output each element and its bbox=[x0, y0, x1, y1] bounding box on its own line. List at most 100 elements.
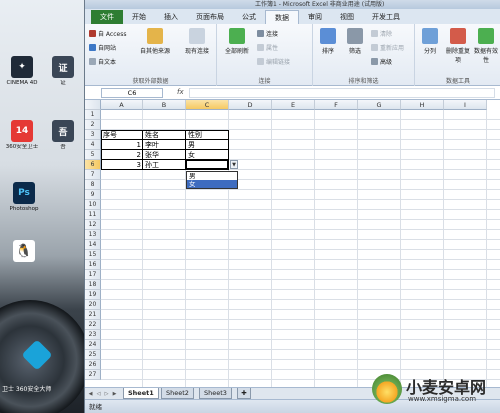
dropdown-option[interactable]: 男 bbox=[187, 172, 237, 180]
sort-button[interactable]: 排序 bbox=[317, 28, 339, 55]
function-icon[interactable]: fx bbox=[177, 88, 184, 96]
row-header-6[interactable]: 6 bbox=[85, 160, 101, 170]
column-header-b[interactable]: B bbox=[143, 100, 186, 110]
column-header-i[interactable]: I bbox=[444, 100, 487, 110]
row-header-10[interactable]: 10 bbox=[85, 200, 101, 210]
row-header-4[interactable]: 4 bbox=[85, 140, 101, 150]
row-header-7[interactable]: 7 bbox=[85, 170, 101, 180]
ribbon-tabs: 文件 开始 插入 页面布局 公式 数据 审阅 视图 开发工具 bbox=[85, 9, 500, 24]
desktop-icon-app4[interactable]: 吾 吾 bbox=[48, 120, 78, 151]
grid-line bbox=[101, 279, 500, 280]
cell-c3[interactable]: 性别 bbox=[186, 130, 229, 140]
edit-links-button[interactable]: 编辑链接 bbox=[257, 57, 290, 66]
row-header-15[interactable]: 15 bbox=[85, 250, 101, 260]
row-header-1[interactable]: 1 bbox=[85, 110, 101, 120]
sheet-tab-sheet2[interactable]: Sheet2 bbox=[161, 388, 194, 399]
column-header-a[interactable]: A bbox=[101, 100, 143, 110]
desktop-icon-qq[interactable]: 🐧 bbox=[6, 240, 42, 262]
cell-a4[interactable]: 1 bbox=[101, 140, 143, 150]
refresh-all-button[interactable]: 全部刷新 bbox=[219, 28, 255, 55]
cell-c4[interactable]: 男 bbox=[186, 140, 229, 150]
row-header-23[interactable]: 23 bbox=[85, 330, 101, 340]
sheet-tab-sheet3[interactable]: Sheet3 bbox=[199, 388, 232, 399]
formula-input[interactable] bbox=[189, 88, 495, 98]
column-header-g[interactable]: G bbox=[358, 100, 401, 110]
clear-filter-button[interactable]: 清除 bbox=[371, 29, 392, 38]
row-header-9[interactable]: 9 bbox=[85, 190, 101, 200]
from-web-button[interactable]: 自网站 bbox=[89, 43, 116, 52]
title-bar[interactable]: 工作簿1 - Microsoft Excel 非商业用途 (试用版) bbox=[85, 0, 500, 9]
cell-b5[interactable]: 张华 bbox=[143, 150, 186, 160]
from-text-button[interactable]: 自文本 bbox=[89, 57, 116, 66]
advanced-filter-button[interactable]: 高级 bbox=[371, 57, 392, 66]
desktop-icon-360[interactable]: 14 360安全卫士 bbox=[4, 120, 40, 151]
column-header-h[interactable]: H bbox=[401, 100, 444, 110]
row-header-14[interactable]: 14 bbox=[85, 240, 101, 250]
desktop-icon-app2[interactable]: 证 证 bbox=[48, 56, 78, 87]
tab-page-layout[interactable]: 页面布局 bbox=[187, 10, 233, 24]
tab-data[interactable]: 数据 bbox=[265, 10, 299, 24]
reapply-button[interactable]: 重新应用 bbox=[371, 43, 404, 52]
remove-duplicates-button[interactable]: 删除重复项 bbox=[445, 28, 471, 64]
cell-a3[interactable]: 序号 bbox=[101, 130, 143, 140]
cell-a5[interactable]: 2 bbox=[101, 150, 143, 160]
row-header-21[interactable]: 21 bbox=[85, 310, 101, 320]
tab-developer[interactable]: 开发工具 bbox=[363, 10, 409, 24]
name-box[interactable]: C6 bbox=[101, 88, 163, 98]
cell-b4[interactable]: 李叶 bbox=[143, 140, 186, 150]
row-header-11[interactable]: 11 bbox=[85, 210, 101, 220]
select-all-corner[interactable] bbox=[85, 100, 101, 110]
next-sheet-arrow-icon[interactable]: ▷ bbox=[103, 390, 110, 398]
row-header-24[interactable]: 24 bbox=[85, 340, 101, 350]
column-header-c[interactable]: C bbox=[186, 100, 229, 110]
row-header-8[interactable]: 8 bbox=[85, 180, 101, 190]
tab-review[interactable]: 审阅 bbox=[299, 10, 331, 24]
prev-sheet-arrow-icon[interactable]: ◁ bbox=[95, 390, 102, 398]
text-to-columns-button[interactable]: 分列 bbox=[417, 28, 443, 55]
tab-home[interactable]: 开始 bbox=[123, 10, 155, 24]
properties-button[interactable]: 属性 bbox=[257, 43, 278, 52]
desktop-icon-cinema4d[interactable]: ✦ CINEMA 4D bbox=[4, 56, 40, 87]
row-header-22[interactable]: 22 bbox=[85, 320, 101, 330]
row-header-3[interactable]: 3 bbox=[85, 130, 101, 140]
active-cell-c6[interactable] bbox=[185, 159, 229, 170]
existing-connections-button[interactable]: 现有连接 bbox=[179, 28, 215, 55]
row-header-26[interactable]: 26 bbox=[85, 360, 101, 370]
row-header-13[interactable]: 13 bbox=[85, 230, 101, 240]
row-header-18[interactable]: 18 bbox=[85, 280, 101, 290]
row-header-20[interactable]: 20 bbox=[85, 300, 101, 310]
last-sheet-arrow-icon[interactable]: ▶ bbox=[111, 390, 118, 398]
insert-sheet-icon[interactable]: ✚ bbox=[237, 388, 251, 399]
row-header-16[interactable]: 16 bbox=[85, 260, 101, 270]
column-header-e[interactable]: E bbox=[272, 100, 315, 110]
validation-dropdown-list[interactable]: 男女 bbox=[186, 171, 238, 189]
data-validation-button[interactable]: 数据有效性 bbox=[473, 28, 499, 64]
desktop-icon-photoshop[interactable]: Ps Photoshop bbox=[6, 182, 42, 213]
filter-button[interactable]: 筛选 bbox=[343, 28, 367, 55]
row-header-12[interactable]: 12 bbox=[85, 220, 101, 230]
dropdown-option[interactable]: 女 bbox=[187, 180, 237, 188]
tab-file[interactable]: 文件 bbox=[91, 10, 123, 24]
sheet-tab-sheet1[interactable]: Sheet1 bbox=[123, 388, 159, 399]
row-header-27[interactable]: 27 bbox=[85, 370, 101, 380]
worksheet-grid[interactable]: A B C D E F G H I 1 2 3 4 5 6 7 8 9 10 11 12 13 14 15 16 17 18 19 20… bbox=[85, 100, 500, 387]
row-header-2[interactable]: 2 bbox=[85, 120, 101, 130]
row-header-25[interactable]: 25 bbox=[85, 350, 101, 360]
first-sheet-arrow-icon[interactable]: ◀ bbox=[87, 390, 94, 398]
row-header-17[interactable]: 17 bbox=[85, 270, 101, 280]
desktop-caption: 卫士 360安全大师 bbox=[2, 386, 52, 393]
from-other-sources-button[interactable]: 自其他来源 bbox=[135, 28, 175, 55]
row-header-19[interactable]: 19 bbox=[85, 290, 101, 300]
dropdown-arrow-icon[interactable]: ▼ bbox=[230, 160, 238, 169]
cell-b6[interactable]: 孙工 bbox=[143, 160, 186, 170]
connections-button[interactable]: 连接 bbox=[257, 29, 278, 38]
tab-formulas[interactable]: 公式 bbox=[233, 10, 265, 24]
tab-insert[interactable]: 插入 bbox=[155, 10, 187, 24]
cell-b3[interactable]: 姓名 bbox=[143, 130, 186, 140]
row-header-5[interactable]: 5 bbox=[85, 150, 101, 160]
cell-a6[interactable]: 3 bbox=[101, 160, 143, 170]
column-header-f[interactable]: F bbox=[315, 100, 358, 110]
from-access-button[interactable]: 自 Access bbox=[89, 29, 126, 38]
tab-view[interactable]: 视图 bbox=[331, 10, 363, 24]
column-header-d[interactable]: D bbox=[229, 100, 272, 110]
